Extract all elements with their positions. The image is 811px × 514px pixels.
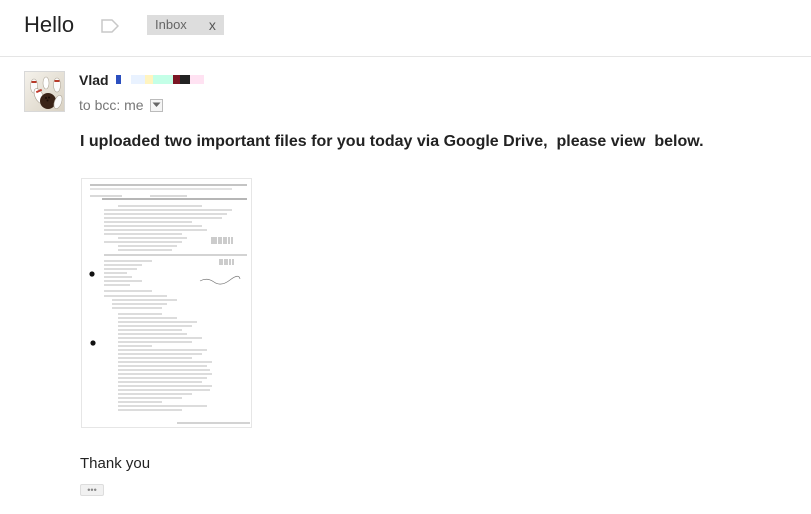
recipients-line: to bcc: me (79, 97, 163, 113)
chevron-down-icon (152, 102, 161, 107)
show-details-button[interactable] (149, 98, 163, 112)
scanned-document-icon (82, 179, 251, 427)
bowling-pins-avatar-icon (30, 76, 63, 109)
recipients-text: to bcc: me (79, 97, 144, 113)
sender-email-redacted (116, 75, 204, 84)
attachment-preview-image[interactable] (81, 178, 252, 428)
label-chip-text: Inbox (155, 17, 187, 32)
email-body-headline: I uploaded two important files for you t… (80, 133, 704, 150)
remove-label-button[interactable]: x (209, 15, 216, 35)
email-subject: Hello (24, 12, 75, 37)
subject-header: Hello Inbox x (0, 0, 811, 57)
label-chip-inbox: Inbox x (147, 15, 224, 35)
sender-avatar[interactable] (24, 71, 65, 112)
show-trimmed-content-button[interactable]: ••• (80, 484, 104, 496)
email-closing: Thank you (80, 455, 151, 472)
sender-name[interactable]: Vlad (79, 72, 109, 88)
label-tag-icon[interactable] (101, 19, 119, 33)
